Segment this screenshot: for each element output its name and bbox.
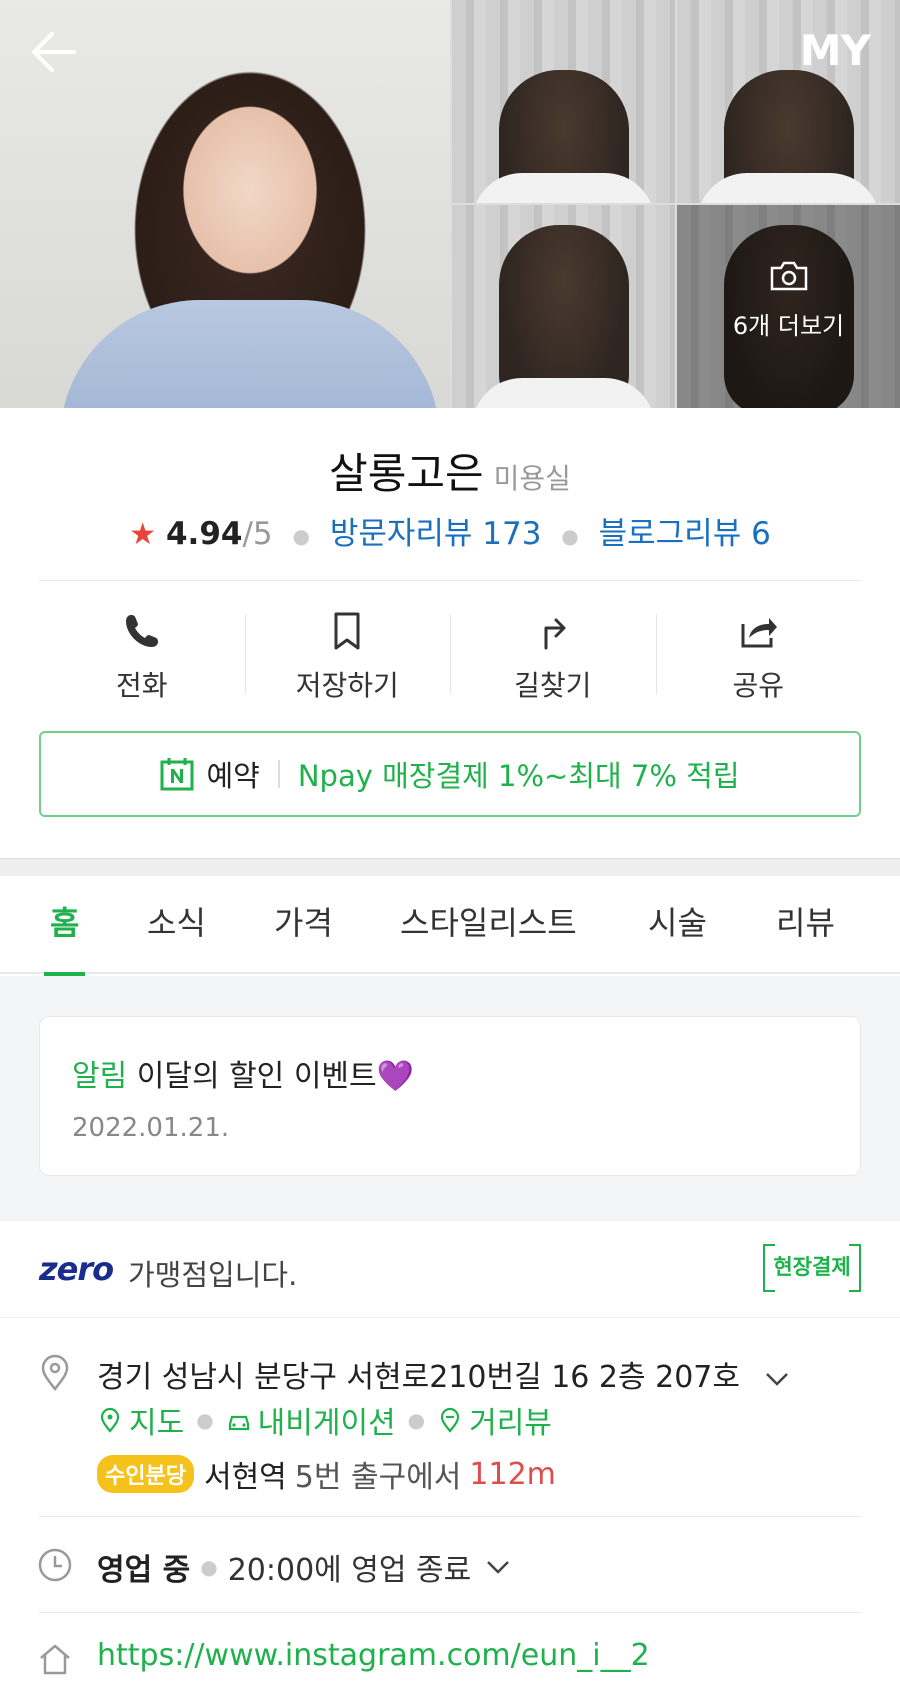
photo-gallery: 6개 더보기	[0, 0, 900, 408]
separator	[277, 760, 280, 788]
rating-value: 4.94	[165, 516, 243, 552]
shop-title: 살롱고은 미용실	[0, 440, 900, 501]
blog-reviews-link[interactable]: 블로그리뷰 6	[599, 516, 771, 552]
notice-card[interactable]: 알림 이달의 할인 이벤트💜 2022.01.21.	[39, 1016, 861, 1176]
gallery-photo[interactable]	[452, 205, 675, 408]
home-icon	[40, 1644, 70, 1675]
hours-row[interactable]: 영업 중 ● 20:00에 영업 종료	[97, 1545, 511, 1589]
share-icon	[741, 618, 778, 648]
car-icon	[228, 1415, 249, 1431]
share-button[interactable]: 공유	[655, 600, 862, 710]
onsite-payment-badge: 현장결제	[763, 1244, 861, 1292]
bookmark-icon	[334, 612, 360, 650]
camera-icon	[770, 261, 807, 291]
shop-category: 미용실	[493, 462, 571, 495]
streetview-label: 거리뷰	[469, 1406, 552, 1441]
navigation-link[interactable]: 내비게이션	[226, 1398, 396, 1442]
map-link[interactable]: 지도	[97, 1398, 184, 1442]
gallery-photo[interactable]	[452, 0, 675, 203]
station-distance: 112m	[469, 1456, 556, 1492]
streetview-link[interactable]: 거리뷰	[437, 1398, 552, 1442]
star-icon: ★	[129, 517, 157, 552]
station-exit: 5번 출구에서	[294, 1460, 462, 1495]
phone-icon	[125, 615, 158, 647]
hours-close: 20:00에 영업 종료	[227, 1553, 472, 1588]
more-photos-label: 6개 더보기	[732, 312, 845, 340]
streetview-icon	[441, 1407, 460, 1433]
navigation-label: 내비게이션	[257, 1406, 396, 1441]
hours-status: 영업 중	[97, 1553, 191, 1588]
rating-row: ★ 4.94/5 ● 방문자리뷰 173 ● 블로그리뷰 6	[129, 516, 771, 552]
reservation-label: 예약	[206, 759, 260, 793]
directions-label: 길찾기	[514, 669, 592, 702]
my-button[interactable]: MY	[800, 26, 871, 75]
share-label: 공유	[732, 669, 785, 702]
shop-name: 살롱고은	[329, 449, 484, 498]
divider	[39, 1612, 861, 1613]
tab-home[interactable]: 홈	[43, 876, 87, 976]
map-pin-icon	[100, 1407, 120, 1433]
address-links: 지도 ● 내비게이션 ● 거리뷰	[97, 1398, 552, 1442]
npay-promo: Npay 매장결제 1%~최대 7% 적립	[297, 759, 740, 793]
station-name: 서현역	[203, 1460, 287, 1495]
notice-title: 이달의 할인 이벤트💜	[136, 1059, 414, 1094]
naver-calendar-icon	[160, 758, 194, 791]
tab-stylist[interactable]: 스타일리스트	[400, 876, 577, 974]
save-label: 저장하기	[295, 669, 399, 702]
clock-icon	[38, 1548, 72, 1582]
rating-max: /5	[242, 516, 273, 552]
directions-button[interactable]: 길찾기	[450, 600, 656, 710]
tab-treatment[interactable]: 시술	[648, 876, 707, 974]
reservation-button[interactable]: 예약 Npay 매장결제 1%~최대 7% 적립	[39, 731, 861, 817]
zeropay-text: 가맹점입니다.	[128, 1258, 298, 1292]
back-arrow-icon[interactable]	[28, 30, 78, 74]
visitor-reviews-link[interactable]: 방문자리뷰 173	[330, 516, 542, 552]
action-bar: 전화 저장하기 길찾기 공유	[39, 600, 861, 710]
tab-price[interactable]: 가격	[274, 876, 333, 974]
website-link[interactable]: https://www.instagram.com/eun_i__2	[97, 1638, 650, 1673]
divider	[39, 580, 861, 581]
more-photos-button[interactable]: 6개 더보기	[677, 260, 900, 341]
section-gap	[0, 858, 900, 876]
save-button[interactable]: 저장하기	[244, 600, 451, 710]
zeropay-row: zero 가맹점입니다. 현장결제	[0, 1222, 900, 1318]
notice-tag: 알림	[72, 1059, 128, 1094]
address-text: 경기 성남시 분당구 서현로210번길 16 2층 207호	[97, 1360, 740, 1395]
directions-icon	[544, 618, 566, 650]
location-pin-icon	[41, 1354, 69, 1392]
chevron-down-icon	[487, 1561, 510, 1574]
tab-bar: 홈 소식 가격 스타일리스트 시술 리뷰	[0, 876, 900, 976]
subway-line-badge: 수인분당	[97, 1455, 194, 1493]
notice-date: 2022.01.21.	[72, 1113, 230, 1143]
tab-news[interactable]: 소식	[147, 876, 206, 974]
map-label: 지도	[129, 1406, 185, 1441]
zeropay-logo: zero	[39, 1250, 114, 1288]
tab-review[interactable]: 리뷰	[776, 876, 835, 974]
call-button[interactable]: 전화	[39, 600, 245, 710]
call-label: 전화	[115, 669, 168, 702]
chevron-down-icon	[765, 1372, 788, 1386]
subway-info: 수인분당 서현역 5번 출구에서 112m	[97, 1452, 556, 1496]
address-row[interactable]: 경기 성남시 분당구 서현로210번길 16 2층 207호	[97, 1352, 790, 1396]
divider	[39, 1516, 861, 1517]
